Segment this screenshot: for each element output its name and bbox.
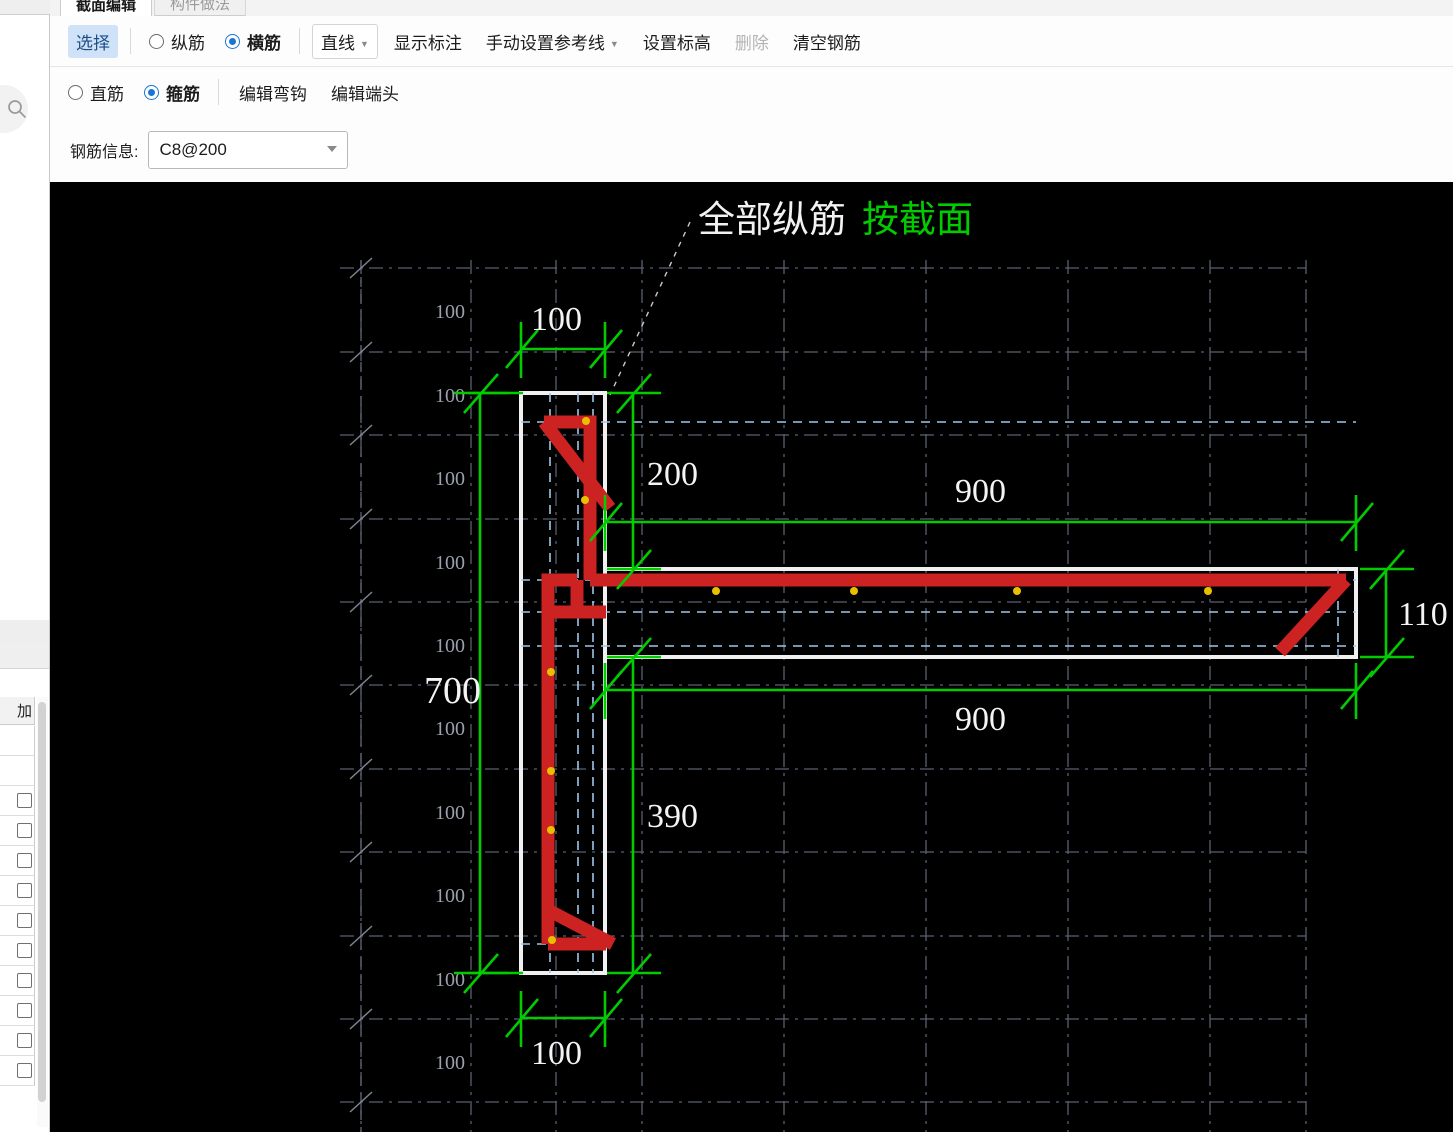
row-checkbox[interactable] [17,1003,32,1018]
axis-tick-label: 100 [435,552,465,574]
radio-horizontal-rebar-label: 横筋 [247,33,281,53]
row-checkbox[interactable] [17,793,32,808]
line-tool-label: 直线 [321,33,355,53]
rebar-info-value: C8@200 [159,140,227,159]
dim-total-height-700: 700 [424,670,481,712]
dim-flange-bottom-900: 900 [955,701,1006,738]
radio-horizontal-rebar-dot [225,33,240,49]
tab-section-edit-label: 截面编辑 [75,0,136,14]
toolbar-row-primary: 选择 纵筋 横筋 直线 ▼ 显示标注 手动设置参考线 ▼ 设置标高 删除 清空钢筋 [50,16,1453,67]
rebar-node-dots[interactable] [547,417,1212,944]
table-row[interactable] [0,1056,35,1086]
toolbar: 选择 纵筋 横筋 直线 ▼ 显示标注 手动设置参考线 ▼ 设置标高 删除 清空钢筋 … [50,16,1453,119]
annotation-all-longitudinal[interactable]: 全部纵筋 [698,199,846,241]
manual-reference-line-label: 手动设置参考线 [485,33,605,53]
show-dimension-button[interactable]: 显示标注 [386,25,470,58]
row-checkbox[interactable] [17,1033,32,1048]
rebar-info-select[interactable]: C8@200 [148,131,349,169]
dim-top-width: 100 [531,301,582,338]
left-panel-divider [0,620,50,642]
rebar-info-row: 钢筋信息: C8@200 [50,118,1453,182]
table-row[interactable] [0,756,35,786]
axis-tick-label: 100 [435,635,465,657]
chevron-down-icon: ▼ [360,39,369,50]
dim-flange-top-900: 900 [955,473,1006,510]
manual-reference-line-dropdown[interactable]: 手动设置参考线 ▼ [478,25,627,58]
axis-tick-label: 100 [435,385,465,407]
axis-tick-label: 100 [435,885,465,907]
left-partial-panel: 加 [0,0,50,1132]
table-scrollbar-thumb[interactable] [38,702,46,1102]
radio-vertical-rebar-label: 纵筋 [171,33,205,53]
axis-tick-label: 100 [435,802,465,824]
radio-stirrup-dot [144,84,159,100]
table-row[interactable] [0,726,35,756]
table-row[interactable] [0,816,35,846]
dim-web-390: 390 [647,798,698,835]
stirrup-rebar[interactable] [538,415,1351,951]
row-checkbox[interactable] [17,823,32,838]
edit-end-button[interactable]: 编辑端头 [323,76,407,109]
table-row[interactable] [0,876,35,906]
row-checkbox[interactable] [17,1063,32,1078]
radio-straight-rebar[interactable]: 直筋 [68,80,124,105]
radio-horizontal-rebar[interactable]: 横筋 [225,29,281,54]
radio-stirrup-label: 箍筋 [166,84,200,104]
left-top-band [0,0,50,15]
table-row[interactable] [0,966,35,996]
tab-component-method-label: 构件做法 [169,0,230,13]
radio-stirrup[interactable]: 箍筋 [144,80,200,105]
toolbar-separator [299,28,300,54]
delete-button[interactable]: 删除 [727,25,777,58]
set-elevation-button[interactable]: 设置标高 [635,25,719,58]
row-checkbox[interactable] [17,853,32,868]
table-row[interactable] [0,846,35,876]
tab-bar: 截面编辑 构件做法 [50,0,1453,17]
tab-component-method[interactable]: 构件做法 [154,0,246,16]
annotation-by-section[interactable]: 按截面 [862,199,973,241]
row-checkbox[interactable] [17,883,32,898]
toolbar-row-secondary: 直筋 箍筋 编辑弯钩 编辑端头 [50,67,1453,117]
toolbar-separator [218,79,219,105]
table-column-header: 加 [0,697,35,725]
table-row[interactable] [0,906,35,936]
line-tool-dropdown[interactable]: 直线 ▼ [312,23,378,59]
toolbar-separator [130,28,131,54]
clear-rebar-button[interactable]: 清空钢筋 [785,25,869,58]
rebar-info-label: 钢筋信息: [70,144,139,161]
table-toolbar-band [0,642,49,669]
radio-vertical-rebar[interactable]: 纵筋 [149,29,205,54]
row-checkbox[interactable] [17,973,32,988]
axis-tick-label: 100 [435,468,465,490]
row-checkbox[interactable] [17,913,32,928]
table-row[interactable] [0,996,35,1026]
row-checkbox[interactable] [17,943,32,958]
table-row[interactable] [0,1026,35,1056]
dim-right-thickness-110: 110 [1398,596,1448,633]
table-row[interactable] [0,936,35,966]
dim-left-column-200: 200 [647,456,698,493]
radio-straight-rebar-dot [68,84,83,100]
axis-tick-label: 100 [435,301,465,323]
search-icon[interactable] [6,98,28,120]
axis-tick-label: 100 [435,718,465,740]
chevron-down-icon [327,146,338,152]
edit-hook-button[interactable]: 编辑弯钩 [231,76,315,109]
table-row[interactable] [0,786,35,816]
section-drawing-canvas[interactable]: 100 100 100 100 100 100 100 100 100 100 [50,182,1453,1132]
dim-bottom-width: 100 [531,1035,582,1072]
left-lower-table-panel: 加 [0,642,50,1132]
chevron-down-icon: ▼ [609,39,619,50]
annotation-leader-line [609,221,691,396]
select-button[interactable]: 选择 [68,24,118,58]
radio-vertical-rebar-dot [149,33,164,49]
tab-section-edit[interactable]: 截面编辑 [60,0,152,16]
left-upper-panel [0,15,50,620]
section-drawing-svg: 100 100 100 100 100 100 100 100 100 100 [340,199,1448,1132]
radio-straight-rebar-label: 直筋 [90,84,124,104]
axis-tick-label: 100 [435,1052,465,1074]
